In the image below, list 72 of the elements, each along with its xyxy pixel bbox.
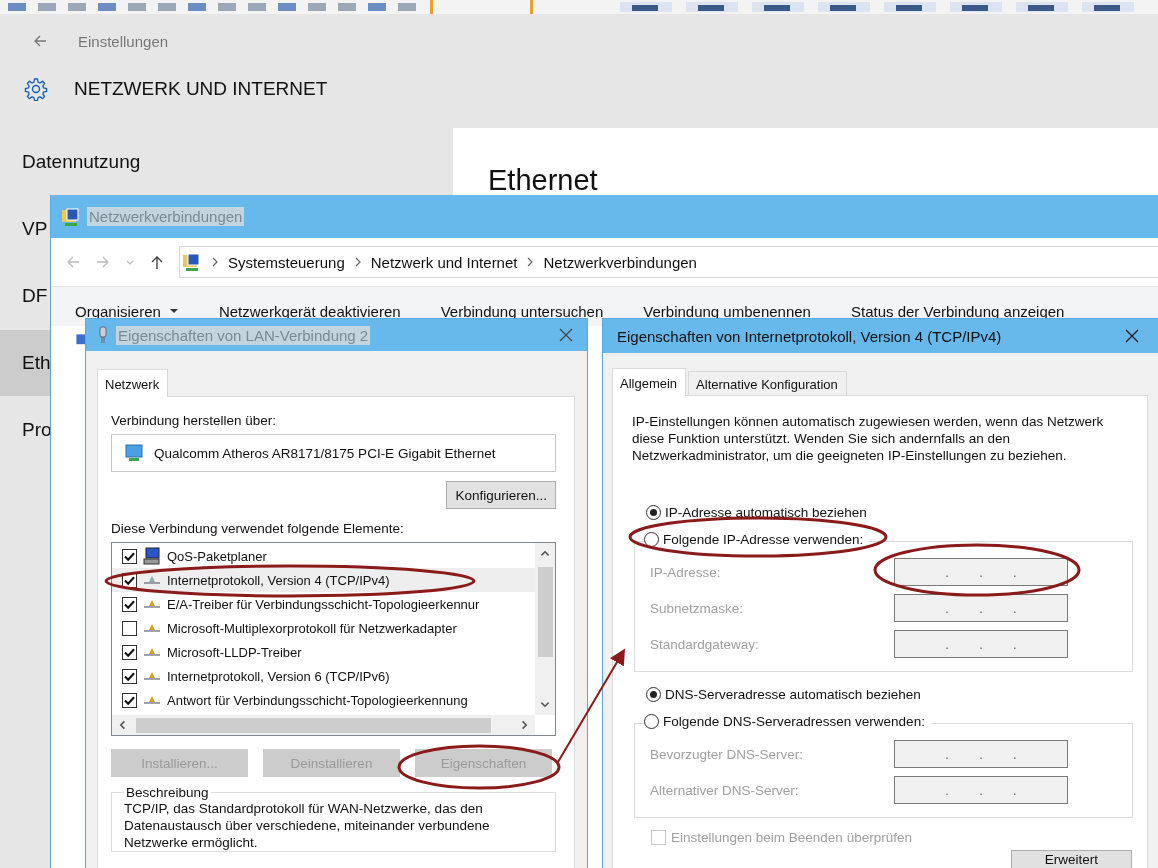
scrollbar[interactable] <box>112 715 535 735</box>
chevron-right-icon <box>353 257 362 267</box>
checkbox[interactable] <box>122 620 137 636</box>
field-label: Standardgateway: <box>650 636 759 652</box>
radio-button[interactable] <box>644 714 659 729</box>
adapter-field: Qualcomm Atheros AR8171/8175 PCI-E Gigabit Ethernet <box>111 434 556 472</box>
breadcrumb-item[interactable]: Netzwerkverbindungen <box>543 253 697 271</box>
radio-option[interactable]: DNS-Serveradresse automatisch beziehen <box>646 687 921 702</box>
field-label: Diese Verbindung verwendet folgende Elemente: <box>111 521 405 536</box>
checkbox[interactable] <box>122 596 137 612</box>
sidebar-item[interactable]: VP <box>0 196 48 262</box>
command-button[interactable]: Status der Verbindung anzeigen <box>850 301 1065 321</box>
checkbox[interactable] <box>122 548 137 564</box>
section-header: NETZWERK UND INTERNET <box>74 78 328 100</box>
radio-button[interactable] <box>646 505 661 520</box>
radio-option[interactable]: Folgende DNS-Serveradressen verwenden: <box>644 714 925 729</box>
address-bar[interactable]: Systemsteuerung Netzwerk und Internet Netzwerkverbindungen <box>179 246 1158 278</box>
field-label: IP-Adresse: <box>650 564 721 580</box>
chevron-right-icon <box>526 257 535 267</box>
window-title: Netzwerkverbindungen <box>87 207 245 226</box>
radio-option[interactable]: IP-Adresse automatisch beziehen <box>646 505 867 520</box>
radio-option[interactable]: Folgende IP-Adresse verwenden: <box>644 532 864 547</box>
list-item[interactable]: Antwort für Verbindungsschicht-Topologieerkennung <box>112 688 535 712</box>
intro-text: IP-Einstellungen können automatisch zugewiesen werden, wenn das Netzwerk diese Funktion unterstützt. Wenden Sie sich andernfalls an den Netzwerkadministrator, um die geeigneten IP-Einstellungen zu beziehen. <box>632 413 1105 464</box>
checkbox[interactable] <box>122 644 137 660</box>
tab[interactable]: Alternative Konfiguration <box>688 371 847 395</box>
network-folder-icon <box>61 206 81 227</box>
list-item[interactable]: Microsoft-LLDP-Treiber <box>112 640 535 664</box>
chevron-right-icon <box>211 257 219 267</box>
plug-icon <box>98 326 108 344</box>
radio-button[interactable] <box>646 687 661 702</box>
field-label: Alternativer DNS-Server: <box>650 782 799 798</box>
description-text: TCP/IP, das Standardprotokoll für WAN-Netzwerke, das den Datenaustausch über verschiedene, miteinander verbundene Netzwerke ermöglicht. <box>124 800 491 851</box>
breadcrumb-item[interactable]: Netzwerk und Internet <box>370 253 518 271</box>
settings-icon <box>24 77 48 101</box>
computer-icon <box>143 547 161 565</box>
breadcrumb-item[interactable]: Systemsteuerung <box>228 253 345 271</box>
close-icon[interactable] <box>559 328 573 342</box>
list-item[interactable]: Internetprotokoll, Version 4 (TCP/IPv4) <box>112 568 535 592</box>
list-item[interactable]: Microsoft-Multiplexorprotokoll für Netzwerkadapter <box>112 616 535 640</box>
command-button[interactable]: Netzwerkgerät deaktivieren <box>218 301 401 321</box>
sidebar-item[interactable]: Pro <box>0 397 52 463</box>
list-item[interactable]: E/A-Treiber für Verbindungsschicht-Topologieerkennur <box>112 592 535 616</box>
field-label: Subnetzmaske: <box>650 600 744 616</box>
tab[interactable]: Netzwerk <box>97 369 169 397</box>
configure-button[interactable]: Konfigurieren... <box>446 481 556 509</box>
list-item[interactable]: QoS-Paketplaner <box>112 544 535 568</box>
dialog-title: Eigenschaften von Internetprotokoll, Version 4 (TCP/IPv4) <box>616 326 1003 346</box>
checkbox[interactable] <box>122 668 137 684</box>
sidebar-item[interactable]: DF <box>0 263 48 329</box>
settings-title: Einstellungen <box>78 32 169 50</box>
up-arrow-icon[interactable] <box>149 254 165 270</box>
sidebar-item[interactable]: Eth <box>0 330 51 396</box>
scrollbar[interactable] <box>535 543 555 715</box>
back-arrow-icon[interactable] <box>32 33 48 49</box>
dialog-title: Eigenschaften von LAN-Verbindung 2 <box>116 325 371 345</box>
command-button[interactable]: Organisieren <box>75 301 179 321</box>
close-icon[interactable] <box>1125 329 1139 343</box>
tab[interactable]: Allgemein <box>612 368 687 396</box>
page-heading: Ethernet <box>488 164 599 197</box>
network-adapter-icon <box>124 443 144 463</box>
checkbox[interactable] <box>122 692 137 708</box>
field-label: Verbindung herstellen über: <box>111 413 278 428</box>
list-item[interactable]: Internetprotokoll, Version 6 (TCP/IPv6) <box>112 664 535 688</box>
network-folder-icon <box>182 252 202 272</box>
command-button[interactable]: Verbindung umbenennen <box>643 301 811 321</box>
group-title: Beschreibung <box>125 785 210 800</box>
field-label: Bevorzugter DNS-Server: <box>650 746 804 762</box>
sidebar-item[interactable]: Datennutzung <box>0 129 141 195</box>
advanced-button[interactable]: Erweitert <box>1011 850 1132 868</box>
command-button[interactable]: Verbindung untersuchen <box>440 301 604 321</box>
caret-icon <box>168 308 179 314</box>
